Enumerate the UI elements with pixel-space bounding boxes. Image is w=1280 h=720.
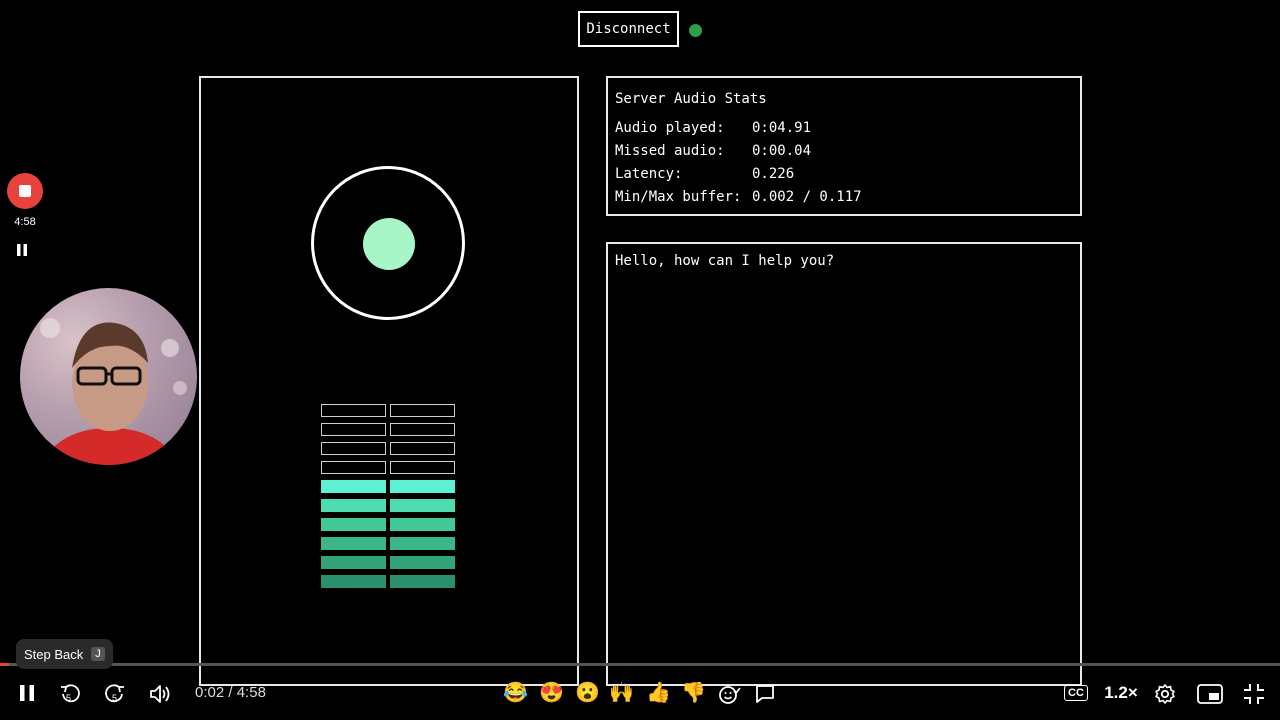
picture-in-picture-button[interactable] <box>1196 681 1224 707</box>
meter-segment <box>321 404 386 417</box>
reaction-thumbs-down[interactable]: 👎 <box>681 680 706 704</box>
reaction-heart-eyes[interactable]: 😍 <box>539 680 564 704</box>
stat-value: 0.002 / 0.117 <box>752 189 862 205</box>
reaction-raised-hands[interactable]: 🙌 <box>609 680 634 704</box>
stat-label: Missed audio: <box>615 143 725 159</box>
meter-segment <box>321 442 386 455</box>
meter-segment <box>390 480 455 493</box>
volume-button[interactable] <box>147 681 173 707</box>
time-separator: / <box>224 684 237 701</box>
skip-forward-seconds: 5 <box>112 693 118 703</box>
stat-label: Min/Max buffer: <box>615 189 742 205</box>
tooltip-shortcut-key: J <box>91 647 105 661</box>
meter-segment <box>321 537 386 550</box>
reaction-surprised[interactable]: 😮 <box>575 680 600 704</box>
meter-segment <box>390 423 455 436</box>
emoji-picker-icon <box>719 686 741 704</box>
pip-icon <box>1197 684 1223 704</box>
settings-button[interactable] <box>1152 681 1178 707</box>
stat-row-missed-audio: Missed audio: 0:00.04 <box>615 140 1073 163</box>
presenter-avatar-icon <box>40 318 187 465</box>
seek-bar-progress <box>0 663 9 666</box>
skip-back-seconds: 5 <box>66 693 72 703</box>
meter-segment <box>390 442 455 455</box>
meter-segment <box>321 499 386 512</box>
stop-recording-button[interactable] <box>7 173 43 209</box>
meter-segment <box>390 556 455 569</box>
stat-value: 0:04.91 <box>752 120 812 136</box>
captions-icon: CC <box>1064 685 1088 701</box>
comment-button[interactable] <box>752 681 778 707</box>
meter-segment <box>321 461 386 474</box>
disconnect-button[interactable]: Disconnect <box>578 11 679 47</box>
pause-icon <box>20 685 34 701</box>
exit-fullscreen-icon <box>1244 684 1264 704</box>
meter-segment <box>390 518 455 531</box>
duration: 4:58 <box>236 684 266 701</box>
stat-row-latency: Latency: 0.226 <box>615 163 1073 186</box>
time-readout: 0:02 / 4:58 <box>195 684 266 701</box>
gear-icon <box>1155 684 1175 704</box>
speaker-icon <box>150 685 170 703</box>
captions-button[interactable]: CC <box>1062 682 1090 704</box>
stat-row-buffer: Min/Max buffer: 0.002 / 0.117 <box>615 186 1073 209</box>
meter-segment <box>321 423 386 436</box>
voice-orb-core <box>363 218 415 270</box>
stat-label: Audio played: <box>615 120 725 136</box>
reaction-thumbs-up[interactable]: 👍 <box>646 680 671 704</box>
step-back-tooltip: Step Back J <box>16 639 113 669</box>
stop-icon <box>19 185 31 197</box>
add-reaction-button[interactable] <box>716 681 742 707</box>
assistant-message: Hello, how can I help you? <box>615 253 835 269</box>
meter-segment <box>390 499 455 512</box>
meter-segment <box>321 480 386 493</box>
stat-value: 0:00.04 <box>752 143 812 159</box>
stat-value: 0.226 <box>752 166 795 182</box>
meter-segment <box>390 575 455 588</box>
transcript-panel[interactable]: Hello, how can I help you? <box>606 242 1082 686</box>
pause-recording-button[interactable] <box>17 243 27 259</box>
meter-segment <box>390 537 455 550</box>
stats-title: Server Audio Stats <box>615 91 767 107</box>
audio-level-meter <box>321 404 455 588</box>
seek-bar[interactable] <box>0 663 1280 666</box>
meter-segment <box>390 404 455 417</box>
server-audio-stats-panel: Server Audio Stats Audio played: 0:04.91… <box>606 76 1082 216</box>
playback-speed-button[interactable]: 1.2× <box>1102 682 1140 704</box>
current-time: 0:02 <box>195 684 225 701</box>
webcam-bubble[interactable] <box>20 288 197 465</box>
stat-row-audio-played: Audio played: 0:04.91 <box>615 117 1073 140</box>
comment-icon <box>756 685 774 703</box>
tooltip-label: Step Back <box>24 646 84 662</box>
pause-icon <box>17 244 27 256</box>
recording-elapsed-time: 4:58 <box>14 216 36 228</box>
connection-status-indicator <box>689 24 702 37</box>
meter-segment <box>321 518 386 531</box>
meter-segment <box>390 461 455 474</box>
stat-label: Latency: <box>615 166 683 182</box>
play-pause-button[interactable] <box>16 682 38 704</box>
meter-segment <box>321 556 386 569</box>
exit-fullscreen-button[interactable] <box>1241 681 1267 707</box>
meter-segment <box>321 575 386 588</box>
reaction-laugh[interactable]: 😂 <box>503 680 528 704</box>
